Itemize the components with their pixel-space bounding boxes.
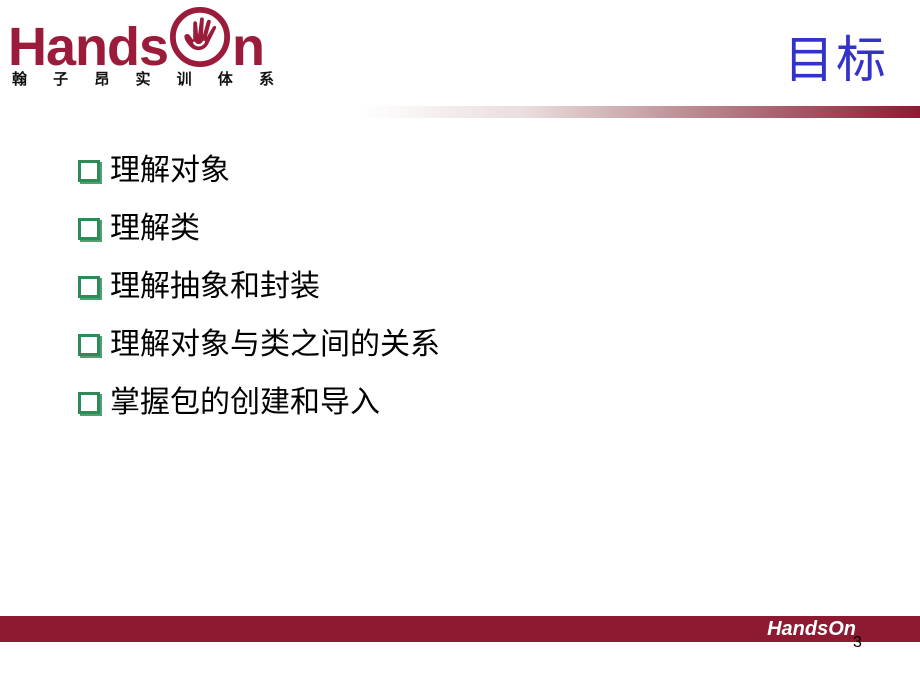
logo-word-left: Hands [8, 17, 169, 77]
footer-bar: HandsOn [0, 616, 920, 642]
logo-word-right: n [232, 17, 265, 77]
bullet-text: 理解类 [110, 211, 200, 246]
objectives-list: 理解对象 理解类 理解抽象和封装 理解对象与类之间的关系 掌握包的创建和导入 [78, 142, 440, 432]
list-item: 理解对象 [78, 142, 440, 200]
logo-subtitle-char: 子 [53, 70, 69, 88]
bullet-text: 理解对象 [110, 153, 230, 188]
list-item: 理解抽象和封装 [78, 258, 440, 316]
logo-subtitle-char: 翰 [12, 70, 28, 88]
hollow-square-bullet-icon [78, 276, 100, 298]
bullet-text: 理解对象与类之间的关系 [110, 327, 440, 362]
page-number: 3 [853, 634, 862, 651]
logo-subtitle-char: 体 [217, 70, 233, 88]
hollow-square-bullet-icon [78, 160, 100, 182]
bullet-text: 理解抽象和封装 [110, 269, 320, 304]
logo-subtitle: 翰 子 昂 实 训 体 系 [12, 70, 274, 88]
logo-subtitle-char: 训 [176, 70, 192, 88]
hand-in-circle-icon [170, 6, 231, 68]
logo-subtitle-char: 实 [135, 70, 151, 88]
list-item: 理解对象与类之间的关系 [78, 316, 440, 374]
bullet-text: 掌握包的创建和导入 [110, 385, 380, 420]
hollow-square-bullet-icon [78, 334, 100, 356]
title-gradient-rule [360, 106, 920, 118]
handson-logo: Hands n 翰 子 昂 实 训 体 系 [8, 2, 278, 94]
slide-title: 目标 [784, 31, 888, 89]
hollow-square-bullet-icon [78, 218, 100, 240]
logo-wordmark: Hands n [8, 6, 265, 77]
logo-subtitle-char: 系 [258, 70, 274, 88]
footer-brand: HandsOn [767, 618, 856, 640]
list-item: 理解类 [78, 200, 440, 258]
list-item: 掌握包的创建和导入 [78, 374, 440, 432]
logo-subtitle-char: 昂 [94, 70, 110, 88]
hollow-square-bullet-icon [78, 392, 100, 414]
